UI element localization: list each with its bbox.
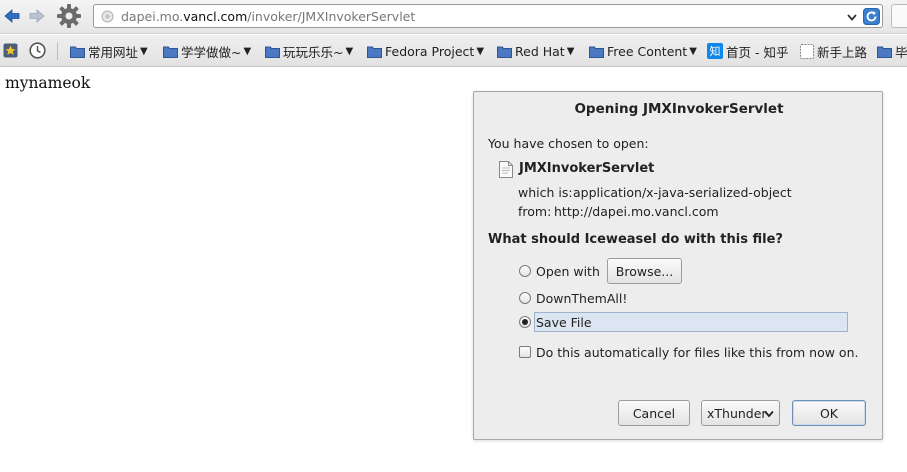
back-arrow-icon[interactable]: [3, 7, 21, 25]
save-file-label[interactable]: Save File: [536, 315, 592, 330]
auto-action-checkbox[interactable]: [519, 346, 531, 358]
file-icon: [499, 161, 513, 178]
reload-icon[interactable]: [863, 8, 880, 25]
bookmark-label: 常用网址: [88, 44, 139, 60]
page-body-text: mynameok: [5, 74, 91, 92]
address-bar[interactable]: dapei.mo.vancl.com/invoker/JMXInvokerSer…: [93, 4, 883, 28]
folder-icon: [877, 46, 892, 58]
url-path: /invoker/JMXInvokerServlet: [247, 9, 416, 24]
bookmark-label: 首页 - 知乎: [726, 44, 789, 60]
url-domain: vancl.com: [183, 9, 248, 24]
gear-icon[interactable]: [56, 3, 82, 29]
dialog-title: Opening JMXInvokerServlet: [574, 101, 784, 117]
bookmark-label: 毕: [895, 44, 907, 60]
dialog-intro: You have chosen to open:: [488, 136, 649, 151]
chevron-down-icon: ▼: [243, 45, 252, 57]
zhihu-icon: 知: [707, 43, 723, 59]
url-text[interactable]: dapei.mo.vancl.com/invoker/JMXInvokerSer…: [121, 9, 415, 24]
ok-button[interactable]: OK: [792, 400, 866, 426]
site-identity-icon[interactable]: [101, 10, 114, 23]
bookmark-label: 玩玩乐乐~: [283, 44, 344, 60]
bookmark-folder-learning[interactable]: 学学做做~ ▼: [163, 43, 252, 60]
search-bar-edge[interactable]: [891, 4, 907, 28]
file-source-value: http://dapei.mo.vancl.com: [554, 204, 719, 219]
file-type-value: application/x-java-serialized-object: [573, 185, 792, 200]
bookmark-label: Red Hat: [515, 43, 565, 59]
downloader-selected-value: xThunder: [707, 405, 767, 421]
bookmark-folder-free-content[interactable]: Free Content ▼: [589, 43, 697, 59]
save-file-radio[interactable]: [519, 316, 531, 328]
bookmark-star-icon[interactable]: [3, 43, 18, 58]
browser-toolbar: dapei.mo.vancl.com/invoker/JMXInvokerSer…: [0, 0, 907, 34]
bookmark-newbie-guide[interactable]: 新手上路: [800, 43, 868, 60]
browse-button[interactable]: Browse...: [607, 258, 682, 284]
dropdown-arrow-icon[interactable]: [846, 11, 858, 23]
file-type-label: which is:: [518, 185, 573, 200]
chevron-down-icon: [764, 410, 774, 418]
folder-icon: [367, 46, 382, 58]
file-source-label: from:: [518, 204, 552, 219]
folder-icon: [265, 46, 280, 58]
cancel-button[interactable]: Cancel: [618, 400, 690, 426]
chevron-down-icon: ▼: [140, 45, 148, 57]
bookmark-zhihu[interactable]: 知 首页 - 知乎: [707, 43, 789, 60]
bookmark-folder-truncated[interactable]: 毕: [877, 43, 907, 60]
bookmarks-toolbar: 常用网址 ▼ 学学做做~ ▼ 玩玩乐乐~ ▼ Fedora Project ▼ Red …: [0, 35, 907, 67]
bookmarks-separator: [57, 42, 58, 60]
bookmark-folder-fun[interactable]: 玩玩乐乐~ ▼: [265, 43, 354, 60]
folder-icon: [163, 46, 178, 58]
page-icon: [800, 43, 814, 59]
downloader-select[interactable]: xThunder: [701, 400, 780, 426]
folder-icon: [589, 46, 604, 58]
chevron-down-icon: ▼: [345, 45, 354, 57]
downthemall-label[interactable]: DownThemAll!: [536, 291, 627, 306]
folder-icon: [70, 46, 85, 58]
bookmark-folder-fedora-project[interactable]: Fedora Project ▼: [367, 43, 484, 59]
url-prefix: dapei.mo.: [121, 9, 184, 24]
bookmark-label: 学学做做~: [181, 44, 242, 60]
downthemall-radio[interactable]: [519, 292, 531, 304]
bookmark-folder-red-hat[interactable]: Red Hat ▼: [497, 43, 574, 59]
open-file-dialog: Opening JMXInvokerServlet You have chose…: [473, 91, 883, 440]
history-clock-icon[interactable]: [29, 42, 46, 59]
folder-icon: [497, 46, 512, 58]
bookmark-label: Fedora Project: [385, 43, 475, 59]
open-with-label[interactable]: Open with: [536, 264, 600, 279]
chevron-down-icon: ▼: [476, 45, 485, 57]
bookmark-label: 新手上路: [817, 44, 868, 60]
file-name: JMXInvokerServlet: [519, 161, 655, 176]
chevron-down-icon: ▼: [689, 45, 697, 57]
bookmark-folder-common-sites[interactable]: 常用网址 ▼: [70, 43, 148, 60]
forward-arrow-icon[interactable]: [28, 7, 46, 25]
bookmark-label: Free Content: [607, 43, 688, 59]
open-with-radio[interactable]: [519, 265, 531, 277]
dialog-question: What should Iceweasel do with this file?: [488, 232, 783, 247]
chevron-down-icon: ▼: [566, 45, 575, 57]
auto-action-label[interactable]: Do this automatically for files like thi…: [536, 345, 858, 360]
